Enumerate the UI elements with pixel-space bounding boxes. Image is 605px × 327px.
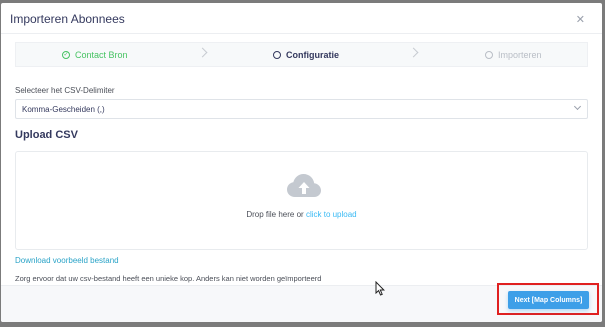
close-icon[interactable]: ✕ xyxy=(576,14,585,26)
chevron-down-icon xyxy=(573,102,582,111)
chevron-right-icon xyxy=(197,47,208,58)
step-configuratie[interactable]: Configuratie xyxy=(273,43,339,66)
delimiter-value: Komma-Gescheiden (,) xyxy=(22,105,105,114)
modal-title: Importeren Abonnees xyxy=(10,12,125,26)
mouse-cursor-icon xyxy=(375,281,385,296)
csv-dropzone[interactable]: Drop file here or click to upload xyxy=(15,151,588,250)
circle-icon xyxy=(485,50,493,59)
step-label: Configuratie xyxy=(286,49,339,60)
step-label: Importeren xyxy=(498,49,542,60)
modal-body: ✓ Contact Bron Configuratie Importeren S… xyxy=(1,34,602,286)
drop-text: Drop file here or xyxy=(246,210,304,219)
wizard-steps: ✓ Contact Bron Configuratie Importeren xyxy=(15,42,588,67)
upload-title: Upload CSV xyxy=(15,129,78,141)
download-sample-link[interactable]: Download voorbeeld bestand xyxy=(15,256,119,265)
step-importeren[interactable]: Importeren xyxy=(485,43,542,66)
delimiter-label: Selecteer het CSV-Delimiter xyxy=(15,86,115,95)
csv-hint: Zorg ervoor dat uw csv-bestand heeft een… xyxy=(15,274,322,283)
click-to-upload-link[interactable]: click to upload xyxy=(306,210,357,219)
chevron-right-icon xyxy=(408,47,419,58)
circle-icon xyxy=(273,50,281,59)
delimiter-select[interactable]: Komma-Gescheiden (,) xyxy=(15,99,588,119)
step-contact-bron[interactable]: ✓ Contact Bron xyxy=(62,43,128,66)
cloud-upload-icon xyxy=(287,174,321,197)
step-label: Contact Bron xyxy=(75,49,128,60)
next-map-columns-button[interactable]: Next [Map Columns] xyxy=(508,291,589,309)
import-dialog: Importeren Abonnees ✕ ✓ Contact Bron Con… xyxy=(1,3,602,322)
check-circle-icon: ✓ xyxy=(62,50,70,59)
drop-instructions: Drop file here or click to upload xyxy=(16,210,587,219)
modal-header: Importeren Abonnees ✕ xyxy=(1,3,602,34)
